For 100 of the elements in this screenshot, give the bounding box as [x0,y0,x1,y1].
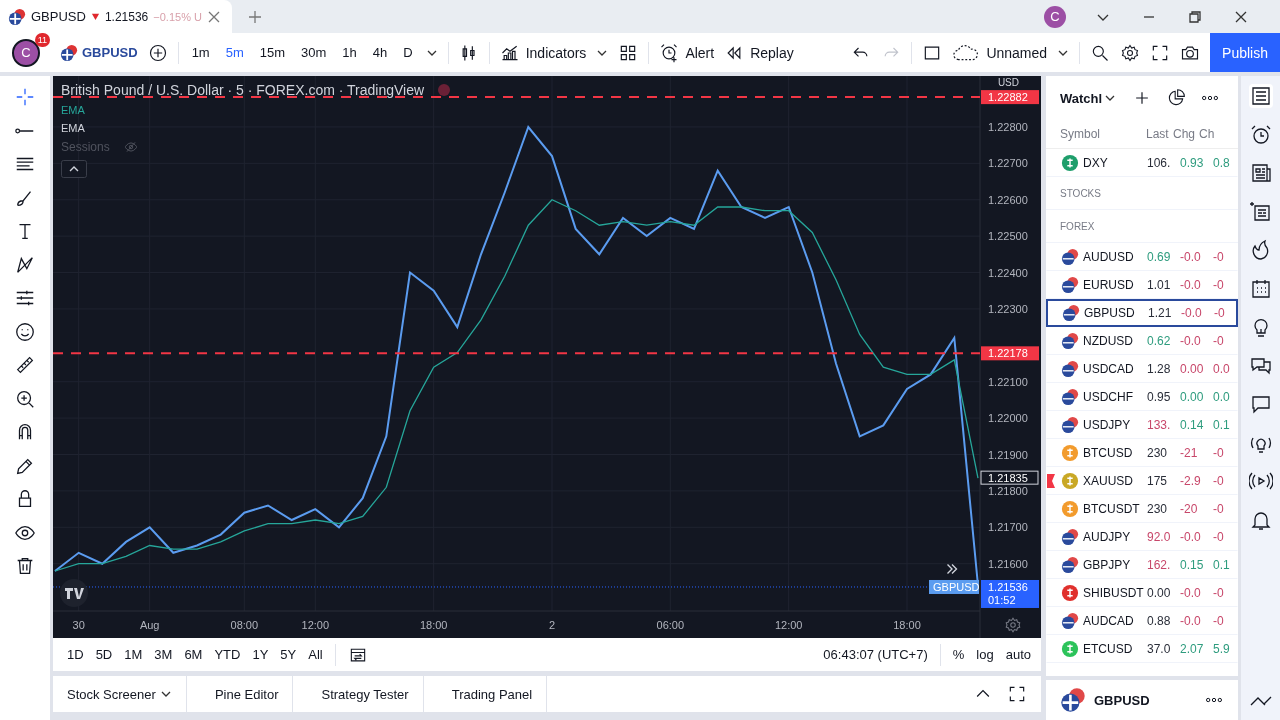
percent-change: 0.1 [1213,418,1230,432]
interval-tab[interactable]: 4h [369,43,391,62]
range-button[interactable]: 5D [95,647,113,662]
symbol-name: USDCAD [1083,362,1135,376]
watchlist-row[interactable]: EURUSD 1.01 -0.0 -0 [1046,271,1238,299]
watchlist-row[interactable]: BTCUSD 230 -21 -0 [1046,439,1238,467]
symbol-name: USDJPY [1083,418,1132,432]
watchlist-row[interactable]: AUDCAD 0.88 -0.0 -0 [1046,607,1238,635]
panel-tab[interactable]: Trading Panel [437,676,548,712]
last-price: 1.01 [1147,278,1172,292]
restore-icon[interactable] [1188,9,1202,24]
time-label: 30 [72,619,85,631]
flag-icon [1061,528,1079,546]
watchlist-row[interactable]: NZDUSD 0.62 -0.0 -0 [1046,327,1238,355]
panel-tab[interactable]: Stock Screener [53,676,187,712]
column-header[interactable]: Ch [1199,127,1215,141]
interval-tab[interactable]: 1m [188,43,213,62]
scale-option[interactable]: % [952,647,965,662]
column-header[interactable]: Symbol [1046,127,1146,141]
list-icon[interactable] [1248,84,1273,108]
symbol-button[interactable]: GBPUSD [60,43,138,62]
profile-avatar[interactable]: C [1044,5,1066,28]
price-tag: 1.22178 [981,346,1039,361]
range-button[interactable]: 3M [154,647,173,662]
scale-option[interactable]: auto [1005,647,1031,662]
browser-tab[interactable]: GBPUSD 1.21536 −0.15% U [0,0,232,33]
percent-change: -0 [1213,502,1224,516]
alert-button[interactable]: Alert [659,42,715,63]
publish-button[interactable]: Publish [1210,33,1280,72]
range-button[interactable]: 6M [184,647,203,662]
maximize-icon[interactable] [1007,684,1027,704]
interval-tab[interactable]: 15m [256,43,289,62]
alert-line[interactable] [53,96,981,99]
replay-button[interactable]: Replay [724,42,794,63]
ruler-icon[interactable] [14,354,36,376]
price-change: 2.07 [1180,642,1205,656]
watchlist-row[interactable]: XAUUSD 175 -2.9 -0 [1046,467,1238,495]
time-label: 06:00 [656,619,685,631]
price-label: 1.22300 [988,302,1028,315]
panel-tab[interactable]: Pine Editor [200,676,294,712]
range-button[interactable]: 1D [67,647,84,662]
price-change: -0.0 [1181,306,1203,320]
last-price: 92.0 [1147,530,1172,544]
add-symbol-icon[interactable] [147,42,168,63]
settings-icon[interactable] [1120,42,1141,63]
time-label: 2 [548,619,556,631]
last-price: 0.62 [1147,334,1172,348]
interval-tab[interactable]: D [400,43,416,62]
percent-change: 5.9 [1213,642,1230,656]
checklist-icon[interactable] [1248,199,1273,224]
watchlist-row[interactable]: BTCUSDT 230 -20 -0 [1046,495,1238,523]
watchlist-row[interactable]: ETCUSD 37.0 2.07 5.9 [1046,635,1238,663]
watchlist-row[interactable]: SHIBUSDT 0.00 -0.0 -0 [1046,579,1238,607]
range-button[interactable]: All [308,647,323,662]
time-label: Aug [139,619,160,631]
symbol-name: BTCUSD [1083,446,1134,460]
pie-chart-icon[interactable] [1166,88,1187,108]
range-button[interactable]: 1Y [252,647,269,662]
section-label: STOCKS [1060,187,1101,199]
flag-icon [1061,276,1079,294]
indicator-label[interactable]: EMA [61,122,85,134]
watchlist-row[interactable]: USDCAD 1.28 0.00 0.0 [1046,355,1238,383]
collapse-button[interactable] [61,160,87,178]
watchlist-row[interactable]: AUDUSD 0.69 -0.0 -0 [1046,243,1238,271]
price-chart[interactable] [53,76,1041,638]
panel-tab[interactable]: Strategy Tester [307,676,424,712]
crosshair-icon[interactable] [14,86,36,108]
tab-price: 1.21536 [104,9,149,24]
column-header[interactable]: Last [1146,127,1173,141]
scale-option[interactable]: log [976,647,994,662]
watchlist-row[interactable]: DXY 106. 0.93 0.8 [1046,149,1238,177]
close-icon[interactable] [1234,9,1248,24]
range-button[interactable]: YTD [214,647,241,662]
new-tab-icon[interactable] [248,9,262,24]
watchlist-row[interactable]: GBPJPY 162. 0.15 0.1 [1046,551,1238,579]
clock-time[interactable]: 06:43:07 (UTC+7) [823,647,928,662]
percent-change: -0 [1214,306,1225,320]
watchlist-dropdown[interactable]: Watchl [1060,90,1117,106]
flag-marker-icon[interactable] [1047,474,1055,488]
watchlist-row[interactable]: AUDJPY 92.0 -0.0 -0 [1046,523,1238,551]
indicator-label[interactable]: EMA [61,104,85,116]
percent-change: -0 [1213,586,1224,600]
smiley-icon[interactable] [14,320,36,343]
percent-change: 0.0 [1213,390,1230,404]
column-header[interactable]: Chg [1173,127,1199,141]
watchlist-row[interactable]: GBPUSD 1.21 -0.0 -0 [1046,299,1238,327]
interval-tab[interactable]: 5m [222,43,247,62]
indicators-button[interactable]: Indicators [499,42,587,63]
watchlist-row[interactable]: USDCHF 0.95 0.00 0.0 [1046,383,1238,411]
range-button[interactable]: 5Y [280,647,297,662]
interval-tab[interactable]: 30m [298,43,330,62]
interval-tab[interactable]: 1h [339,43,360,62]
watchlist-row[interactable]: USDJPY 133. 0.14 0.1 [1046,411,1238,439]
detail-symbol[interactable]: GBPUSD [1094,692,1150,708]
flag-icon [1061,612,1079,630]
price-tag: 1.21835 [980,470,1039,485]
layout-button[interactable]: Unnamed [952,42,1048,63]
range-button[interactable]: 1M [124,647,143,662]
price-label: 1.21900 [988,448,1028,461]
alert-line[interactable] [53,352,981,355]
